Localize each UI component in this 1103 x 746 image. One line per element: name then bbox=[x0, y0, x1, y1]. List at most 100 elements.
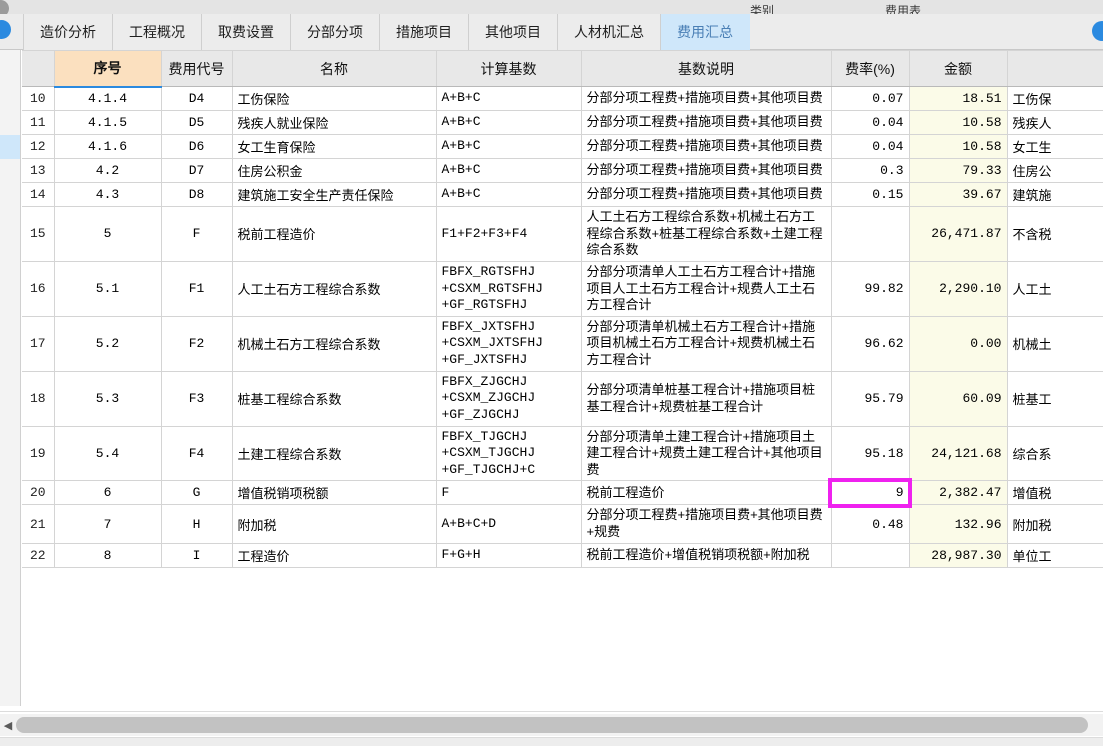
table-row[interactable]: 11 4.1.5 D5 残疾人就业保险 A+B+C 分部分项工程费+措施项目费+其他项目费… bbox=[22, 110, 1103, 135]
cell-remark[interactable]: 工伤保 bbox=[1007, 86, 1103, 111]
tab-5[interactable]: 其他项目 bbox=[469, 14, 558, 50]
cell-rownum[interactable]: 16 bbox=[22, 261, 55, 317]
cell-desc[interactable]: 分部分项工程费+措施项目费+其他项目费 bbox=[581, 182, 832, 207]
cell-rate[interactable]: 0.15 bbox=[831, 182, 910, 207]
cell-rownum[interactable]: 10 bbox=[22, 86, 55, 111]
cell-desc[interactable]: 分部分项清单人工土石方工程合计+措施项目人工土石方工程合计+规费人工土石方工程合… bbox=[581, 261, 832, 317]
cell-remark[interactable]: 住房公 bbox=[1007, 158, 1103, 183]
cell-rownum[interactable]: 15 bbox=[22, 206, 55, 262]
cell-rate[interactable]: 96.62 bbox=[831, 316, 910, 372]
horizontal-scrollbar[interactable]: ◀ bbox=[0, 714, 1103, 736]
table-row[interactable]: 22 8 I 工程造价 F+G+H 税前工程造价+增值税销项税额+附加税 28,987.30… bbox=[22, 543, 1103, 568]
cell-seq[interactable]: 4.1.5 bbox=[54, 110, 162, 135]
cell-base[interactable]: F1+F2+F3+F4 bbox=[436, 206, 582, 262]
cell-code[interactable]: F4 bbox=[161, 426, 233, 482]
cell-base[interactable]: F+G+H bbox=[436, 543, 582, 568]
cell-code[interactable]: H bbox=[161, 504, 233, 544]
cell-amount[interactable]: 24,121.68 bbox=[909, 426, 1008, 482]
scrollbar-thumb[interactable] bbox=[16, 717, 1088, 733]
cell-base[interactable]: FBFX_JXTSFHJ +CSXM_JXTSFHJ +GF_JXTSFHJ bbox=[436, 316, 582, 372]
tab-0[interactable]: 造价分析 bbox=[23, 14, 113, 50]
scroll-left-arrow-icon[interactable]: ◀ bbox=[0, 714, 16, 736]
cell-remark[interactable]: 残疾人 bbox=[1007, 110, 1103, 135]
cell-rownum[interactable]: 21 bbox=[22, 504, 55, 544]
cell-code[interactable]: G bbox=[161, 480, 233, 506]
cell-code[interactable]: D5 bbox=[161, 110, 233, 135]
cell-code[interactable]: D7 bbox=[161, 158, 233, 183]
cell-rownum[interactable]: 12 bbox=[22, 134, 55, 159]
cell-remark[interactable]: 增值税 bbox=[1007, 480, 1103, 506]
cell-remark[interactable]: 附加税 bbox=[1007, 504, 1103, 544]
cell-seq[interactable]: 5.4 bbox=[54, 426, 162, 482]
cell-rate[interactable]: 9 bbox=[831, 480, 910, 506]
cell-base[interactable]: A+B+C bbox=[436, 110, 582, 135]
cell-code[interactable]: I bbox=[161, 543, 233, 568]
cell-name[interactable]: 工伤保险 bbox=[232, 86, 437, 111]
cell-rownum[interactable]: 22 bbox=[22, 543, 55, 568]
cell-seq[interactable]: 8 bbox=[54, 543, 162, 568]
nav-right-circle-icon[interactable] bbox=[1092, 21, 1103, 41]
cell-amount[interactable]: 39.67 bbox=[909, 182, 1008, 207]
cell-desc[interactable]: 税前工程造价+增值税销项税额+附加税 bbox=[581, 543, 832, 568]
cell-rownum[interactable]: 11 bbox=[22, 110, 55, 135]
cell-seq[interactable]: 4.1.6 bbox=[54, 134, 162, 159]
cell-name[interactable]: 机械土石方工程综合系数 bbox=[232, 316, 437, 372]
cell-remark[interactable]: 建筑施 bbox=[1007, 182, 1103, 207]
cell-rate[interactable]: 95.18 bbox=[831, 426, 910, 482]
cell-remark[interactable]: 单位工 bbox=[1007, 543, 1103, 568]
cell-rownum[interactable]: 13 bbox=[22, 158, 55, 183]
cell-seq[interactable]: 6 bbox=[54, 480, 162, 506]
cell-name[interactable]: 税前工程造价 bbox=[232, 206, 437, 262]
nav-left-circle-icon[interactable] bbox=[0, 20, 11, 39]
cell-name[interactable]: 人工土石方工程综合系数 bbox=[232, 261, 437, 317]
cell-base[interactable]: A+B+C bbox=[436, 86, 582, 111]
cell-remark[interactable]: 桩基工 bbox=[1007, 371, 1103, 427]
cell-seq[interactable]: 4.1.4 bbox=[54, 86, 162, 111]
cell-amount[interactable]: 10.58 bbox=[909, 134, 1008, 159]
cell-desc[interactable]: 分部分项工程费+措施项目费+其他项目费 bbox=[581, 158, 832, 183]
cell-base[interactable]: FBFX_TJGCHJ +CSXM_TJGCHJ +GF_TJGCHJ+C bbox=[436, 426, 582, 482]
cell-rate[interactable]: 0.07 bbox=[831, 86, 910, 111]
cell-desc[interactable]: 分部分项清单机械土石方工程合计+措施项目机械土石方工程合计+规费机械土石方工程合… bbox=[581, 316, 832, 372]
cell-code[interactable]: F bbox=[161, 206, 233, 262]
cell-amount[interactable]: 79.33 bbox=[909, 158, 1008, 183]
tab-3[interactable]: 分部分项 bbox=[291, 14, 380, 50]
table-row[interactable]: 12 4.1.6 D6 女工生育保险 A+B+C 分部分项工程费+措施项目费+其他项目费 0… bbox=[22, 134, 1103, 159]
cell-amount[interactable]: 132.96 bbox=[909, 504, 1008, 544]
cell-rownum[interactable]: 19 bbox=[22, 426, 55, 482]
tab-2[interactable]: 取费设置 bbox=[202, 14, 291, 50]
cell-seq[interactable]: 5 bbox=[54, 206, 162, 262]
column-header-base[interactable]: 计算基数 bbox=[436, 50, 582, 87]
cell-desc[interactable]: 税前工程造价 bbox=[581, 480, 832, 506]
cell-rate[interactable]: 95.79 bbox=[831, 371, 910, 427]
cell-desc[interactable]: 分部分项清单土建工程合计+措施项目土建工程合计+规费土建工程合计+其他项目费 bbox=[581, 426, 832, 482]
table-row[interactable]: 14 4.3 D8 建筑施工安全生产责任保险 A+B+C 分部分项工程费+措施项目费+其他… bbox=[22, 182, 1103, 207]
cell-rate[interactable] bbox=[831, 206, 910, 262]
cell-remark[interactable]: 不含税 bbox=[1007, 206, 1103, 262]
cell-amount[interactable]: 2,382.47 bbox=[909, 480, 1008, 506]
cell-amount[interactable]: 0.00 bbox=[909, 316, 1008, 372]
cell-rate[interactable]: 99.82 bbox=[831, 261, 910, 317]
cell-remark[interactable]: 综合系 bbox=[1007, 426, 1103, 482]
cell-amount[interactable]: 2,290.10 bbox=[909, 261, 1008, 317]
column-header-rownum[interactable] bbox=[22, 50, 55, 87]
table-row[interactable]: 18 5.3 F3 桩基工程综合系数 FBFX_ZJGCHJ +CSXM_ZJGCHJ … bbox=[22, 371, 1103, 427]
cell-name[interactable]: 建筑施工安全生产责任保险 bbox=[232, 182, 437, 207]
cell-name[interactable]: 附加税 bbox=[232, 504, 437, 544]
cell-base[interactable]: FBFX_RGTSFHJ +CSXM_RGTSFHJ +GF_RGTSFHJ bbox=[436, 261, 582, 317]
tab-1[interactable]: 工程概况 bbox=[113, 14, 202, 50]
cell-rate[interactable]: 0.04 bbox=[831, 110, 910, 135]
tab-7[interactable]: 费用汇总 bbox=[661, 14, 750, 50]
tab-6[interactable]: 人材机汇总 bbox=[558, 14, 661, 50]
cell-remark[interactable]: 女工生 bbox=[1007, 134, 1103, 159]
cell-desc[interactable]: 分部分项工程费+措施项目费+其他项目费 bbox=[581, 110, 832, 135]
cell-base[interactable]: A+B+C+D bbox=[436, 504, 582, 544]
table-row[interactable]: 10 4.1.4 D4 工伤保险 A+B+C 分部分项工程费+措施项目费+其他项目费 0.0… bbox=[22, 86, 1103, 111]
tab-4[interactable]: 措施项目 bbox=[380, 14, 469, 50]
cell-amount[interactable]: 26,471.87 bbox=[909, 206, 1008, 262]
cell-base[interactable]: F bbox=[436, 480, 582, 506]
cell-code[interactable]: D4 bbox=[161, 86, 233, 111]
cell-amount[interactable]: 60.09 bbox=[909, 371, 1008, 427]
cell-amount[interactable]: 28,987.30 bbox=[909, 543, 1008, 568]
cell-base[interactable]: A+B+C bbox=[436, 182, 582, 207]
